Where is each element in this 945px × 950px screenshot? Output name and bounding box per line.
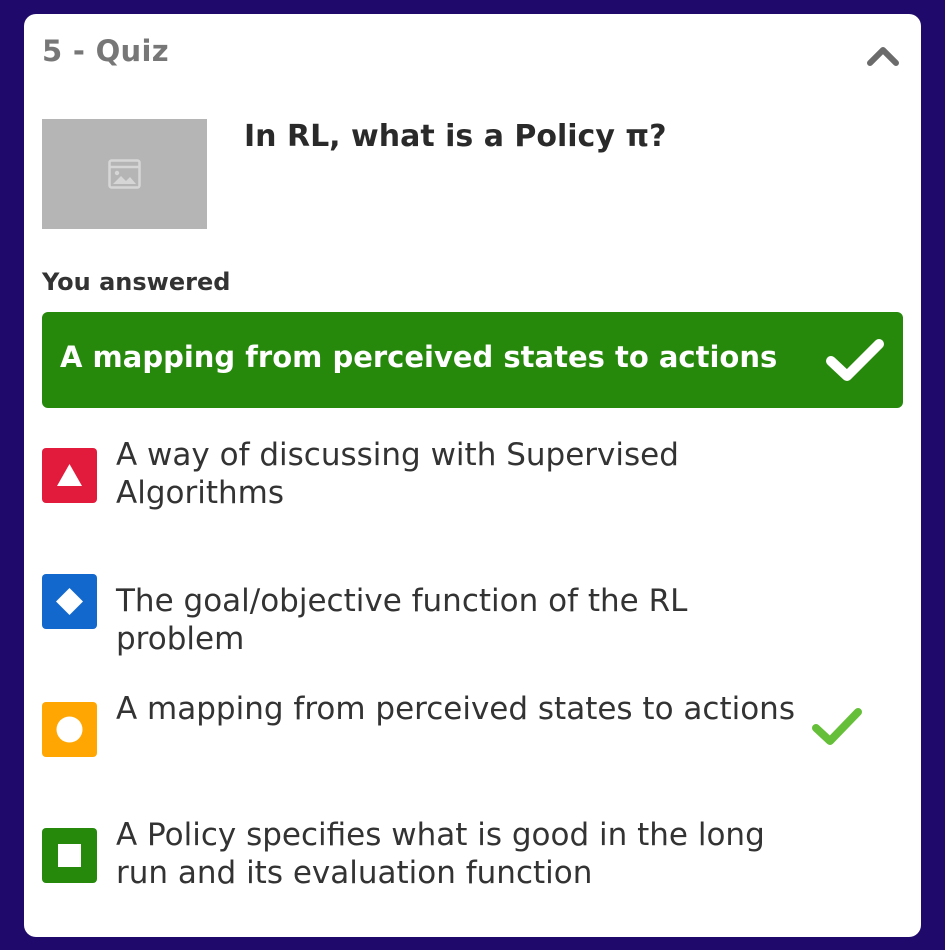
card-header: 5 - Quiz	[42, 34, 903, 74]
answer-option-3[interactable]: A mapping from perceived states to actio…	[42, 691, 903, 774]
option-shape-badge	[42, 828, 97, 883]
card-title: 5 - Quiz	[42, 34, 169, 68]
check-icon	[826, 339, 884, 381]
option-text: A way of discussing with Supervised Algo…	[116, 437, 679, 511]
option-text: A Policy specifies what is good in the l…	[116, 817, 765, 891]
answer-result-text: A mapping from perceived states to actio…	[60, 340, 778, 374]
square-icon	[58, 844, 81, 867]
option-text: A mapping from perceived states to actio…	[116, 691, 795, 727]
answer-result-banner: A mapping from perceived states to actio…	[42, 312, 903, 408]
diamond-icon	[56, 588, 83, 615]
answer-option-4[interactable]: A Policy specifies what is good in the l…	[42, 817, 903, 900]
option-text: The goal/objective function of the RL pr…	[116, 583, 688, 657]
question-image	[42, 119, 207, 229]
triangle-icon	[57, 464, 82, 486]
answer-option-1[interactable]: A way of discussing with Supervised Algo…	[42, 437, 903, 520]
option-shape-badge	[42, 574, 97, 629]
chevron-up-icon	[867, 47, 899, 66]
option-shape-badge	[42, 448, 97, 503]
circle-icon	[56, 716, 83, 743]
image-placeholder-icon	[108, 159, 141, 189]
question-text: In RL, what is a Policy π?	[244, 119, 667, 154]
answer-option-2[interactable]: The goal/objective function of the RL pr…	[42, 574, 903, 657]
you-answered-label: You answered	[42, 268, 231, 296]
collapse-button[interactable]	[865, 40, 901, 70]
correct-check-icon	[812, 708, 862, 745]
option-shape-badge	[42, 702, 97, 757]
quiz-card: 5 - Quiz In RL, what is a Policy π? You …	[24, 14, 921, 937]
